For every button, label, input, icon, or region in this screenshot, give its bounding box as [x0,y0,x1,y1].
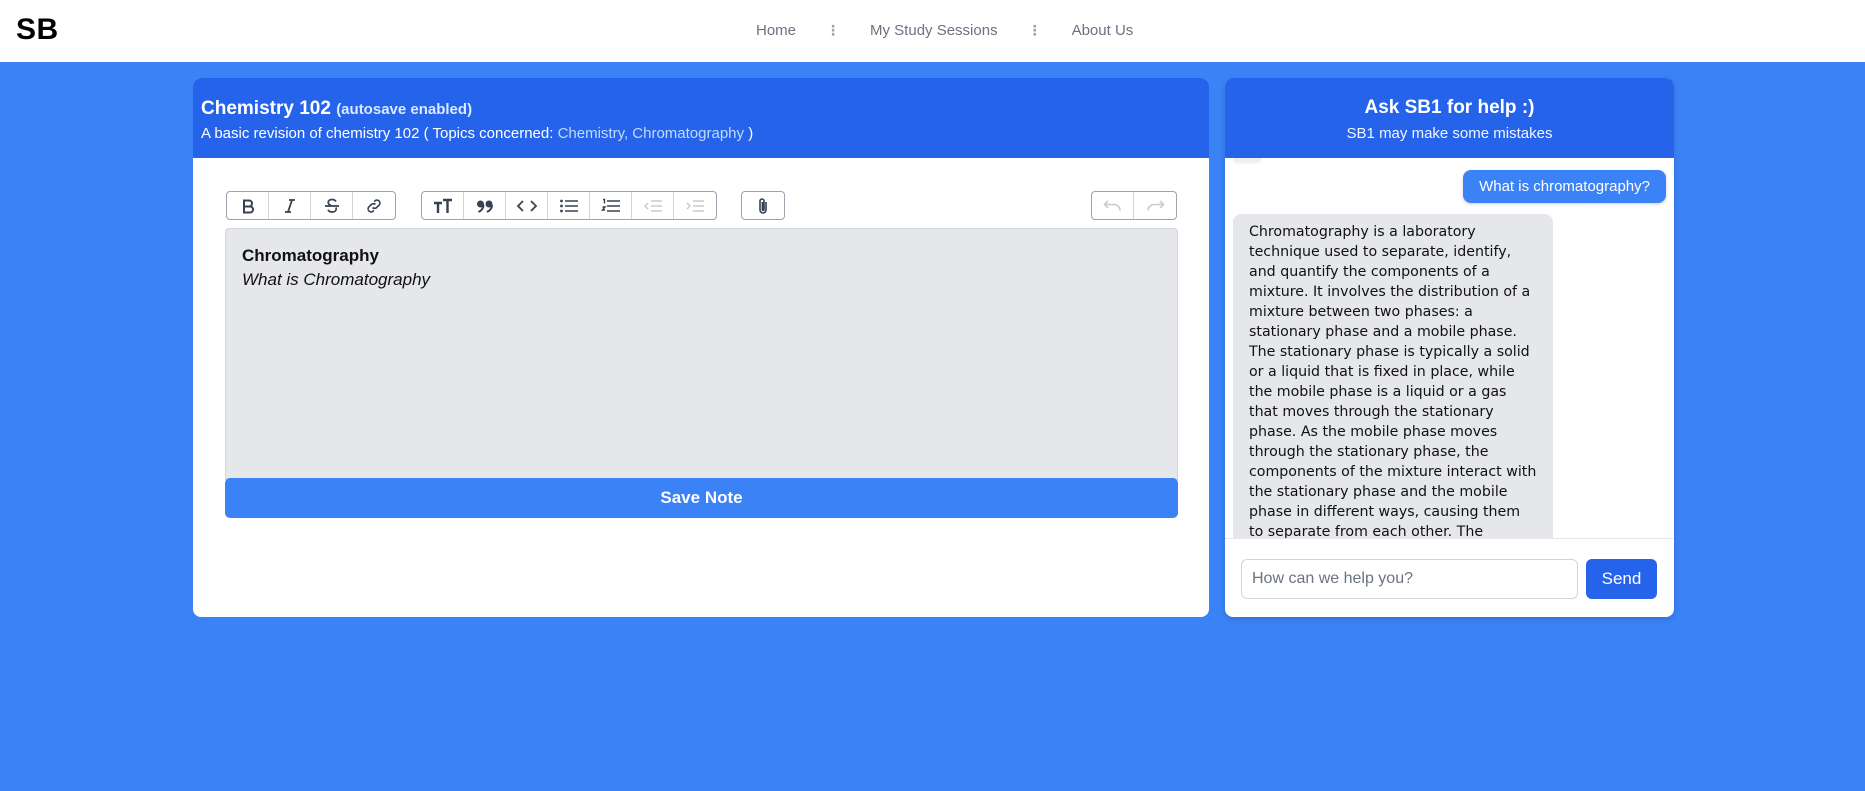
attach-button[interactable] [742,192,784,219]
note-title: Chemistry 102 [201,98,331,119]
chat-input[interactable] [1241,559,1578,599]
redo-button[interactable] [1134,192,1176,219]
heading-button[interactable] [422,192,464,219]
bullet-list-icon [559,199,578,212]
nav-link-my-study-sessions[interactable]: My Study Sessions [870,22,998,39]
undo-button[interactable] [1092,192,1134,219]
content-heading: Chromatography [242,246,379,265]
bold-icon [242,199,254,213]
quote-button[interactable] [464,192,506,219]
chat-subtitle: SB1 may make some mistakes [1346,125,1553,142]
top-navbar: SB Home ⋮ My Study Sessions ⋮ About Us [0,0,1865,62]
italic-icon [284,198,295,213]
description-text: A basic revision of chemistry 102 ( Topi… [201,125,554,142]
note-title-line: Chemistry 102 (autosave enabled) [201,98,472,120]
chat-divider [1225,538,1674,539]
note-description: A basic revision of chemistry 102 ( Topi… [201,125,753,142]
logo[interactable]: SB [16,13,59,47]
redo-icon [1147,199,1165,211]
bot-message: Chromatography is a laboratory technique… [1233,214,1553,538]
previous-message-edge [1233,158,1261,162]
topics-list[interactable]: Chemistry, Chromatography [558,125,744,142]
undo-icon [1102,199,1121,211]
indent-icon [686,199,704,212]
chat-header: Ask SB1 for help :) SB1 may make some mi… [1225,78,1674,158]
heading-icon [433,198,452,213]
code-icon [516,199,537,212]
strikethrough-icon [324,198,339,213]
toolbar-block-format [421,191,717,220]
save-note-button[interactable]: Save Note [225,478,1178,518]
nav-separator: ⋮ [826,22,841,38]
bullet-list-button[interactable] [548,192,590,219]
numbered-list-icon [600,198,620,212]
toolbar-text-format [226,191,396,220]
strikethrough-button[interactable] [311,192,353,219]
indent-button[interactable] [674,192,716,219]
numbered-list-button[interactable] [590,192,632,219]
user-message: What is chromatography? [1463,170,1666,203]
send-button[interactable]: Send [1586,559,1657,599]
nav-separator: ⋮ [1027,22,1042,38]
nav-link-home[interactable]: Home [756,22,796,39]
attach-icon [759,197,767,214]
link-button[interactable] [353,192,395,219]
nav-link-about-us[interactable]: About Us [1072,22,1134,39]
content-line: What is Chromatography [242,270,431,289]
chat-title: Ask SB1 for help :) [1364,97,1535,118]
description-close: ) [748,125,754,142]
chat-panel: Ask SB1 for help :) SB1 may make some mi… [1225,78,1674,617]
code-button[interactable] [506,192,548,219]
main-nav: Home ⋮ My Study Sessions ⋮ About Us [756,22,1133,39]
italic-button[interactable] [269,192,311,219]
note-header: Chemistry 102 (autosave enabled) A basic… [193,78,1209,158]
link-icon [367,198,381,213]
bold-button[interactable] [227,192,269,219]
chat-messages[interactable]: What is chromatography? Chromatography i… [1225,158,1674,538]
toolbar-attach [741,191,785,220]
note-editor-card: Chemistry 102 (autosave enabled) A basic… [193,78,1209,617]
outdent-icon [643,199,662,212]
outdent-button[interactable] [632,192,674,219]
autosave-indicator: (autosave enabled) [336,101,473,118]
note-content-editor[interactable]: Chromatography What is Chromatography [225,228,1178,480]
toolbar-history [1091,191,1177,220]
quote-icon [476,200,493,213]
